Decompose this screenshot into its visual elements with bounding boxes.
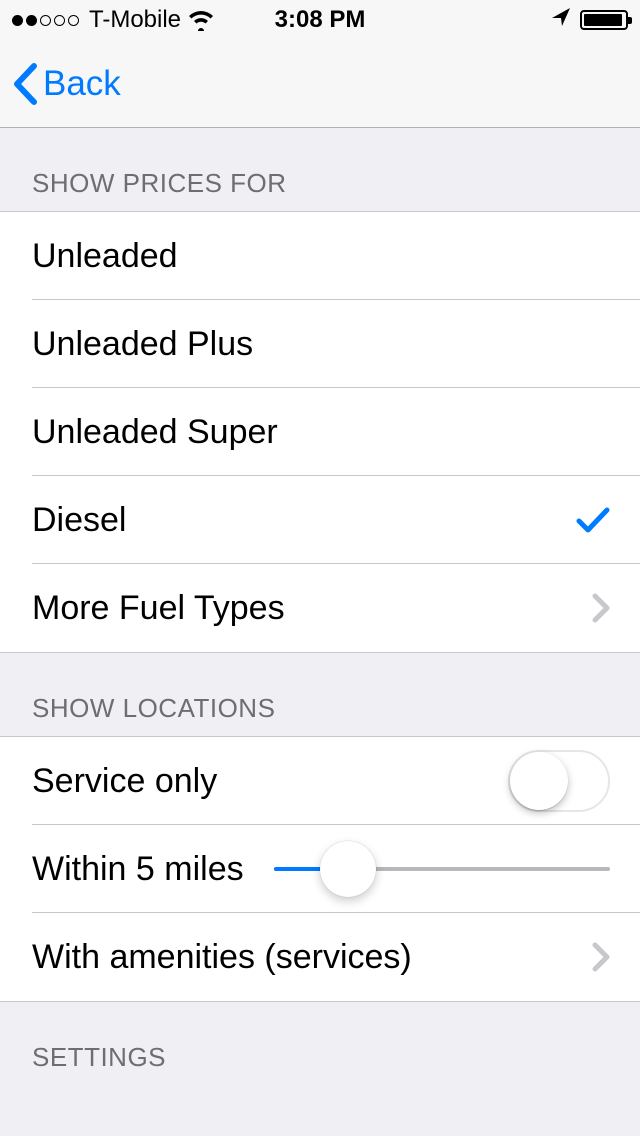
status-right [550,6,628,35]
amenities-row[interactable]: With amenities (services) [0,913,640,1001]
status-time: 3:08 PM [275,6,366,34]
checkmark-icon [576,506,610,534]
fuel-label: Unleaded [32,237,178,276]
service-only-toggle[interactable] [508,750,610,812]
service-only-label: Service only [32,762,217,801]
section-header-settings: SETTINGS [0,1002,640,1085]
chevron-left-icon [12,63,37,105]
wifi-icon [187,9,215,31]
chevron-right-icon [592,942,610,972]
locations-list: Service only Within 5 miles With ameniti… [0,736,640,1002]
toggle-knob [510,752,568,810]
slider-thumb[interactable] [320,841,376,897]
nav-bar: Back [0,40,640,128]
fuel-label: Unleaded Plus [32,325,253,364]
section-header-locations: SHOW LOCATIONS [0,653,640,736]
status-bar: T-Mobile 3:08 PM [0,0,640,40]
fuel-label: Diesel [32,501,126,540]
fuel-label: Unleaded Super [32,413,278,452]
more-fuel-label: More Fuel Types [32,589,285,628]
fuel-option-diesel[interactable]: Diesel [0,476,640,564]
location-icon [550,6,572,35]
fuel-option-unleaded-super[interactable]: Unleaded Super [0,388,640,476]
status-left: T-Mobile [12,6,215,34]
back-button[interactable]: Back [12,63,121,105]
distance-row: Within 5 miles [0,825,640,913]
fuel-option-unleaded[interactable]: Unleaded [0,212,640,300]
amenities-label: With amenities (services) [32,938,412,977]
service-only-row: Service only [0,737,640,825]
carrier-label: T-Mobile [89,6,181,34]
fuel-option-unleaded-plus[interactable]: Unleaded Plus [0,300,640,388]
chevron-right-icon [592,593,610,623]
distance-slider[interactable] [274,839,610,899]
section-header-prices: SHOW PRICES FOR [0,128,640,211]
prices-list: Unleaded Unleaded Plus Unleaded Super Di… [0,211,640,653]
signal-strength-icon [12,15,79,26]
distance-label: Within 5 miles [32,850,244,889]
more-fuel-types-row[interactable]: More Fuel Types [0,564,640,652]
battery-icon [580,10,628,30]
back-label: Back [43,64,121,104]
